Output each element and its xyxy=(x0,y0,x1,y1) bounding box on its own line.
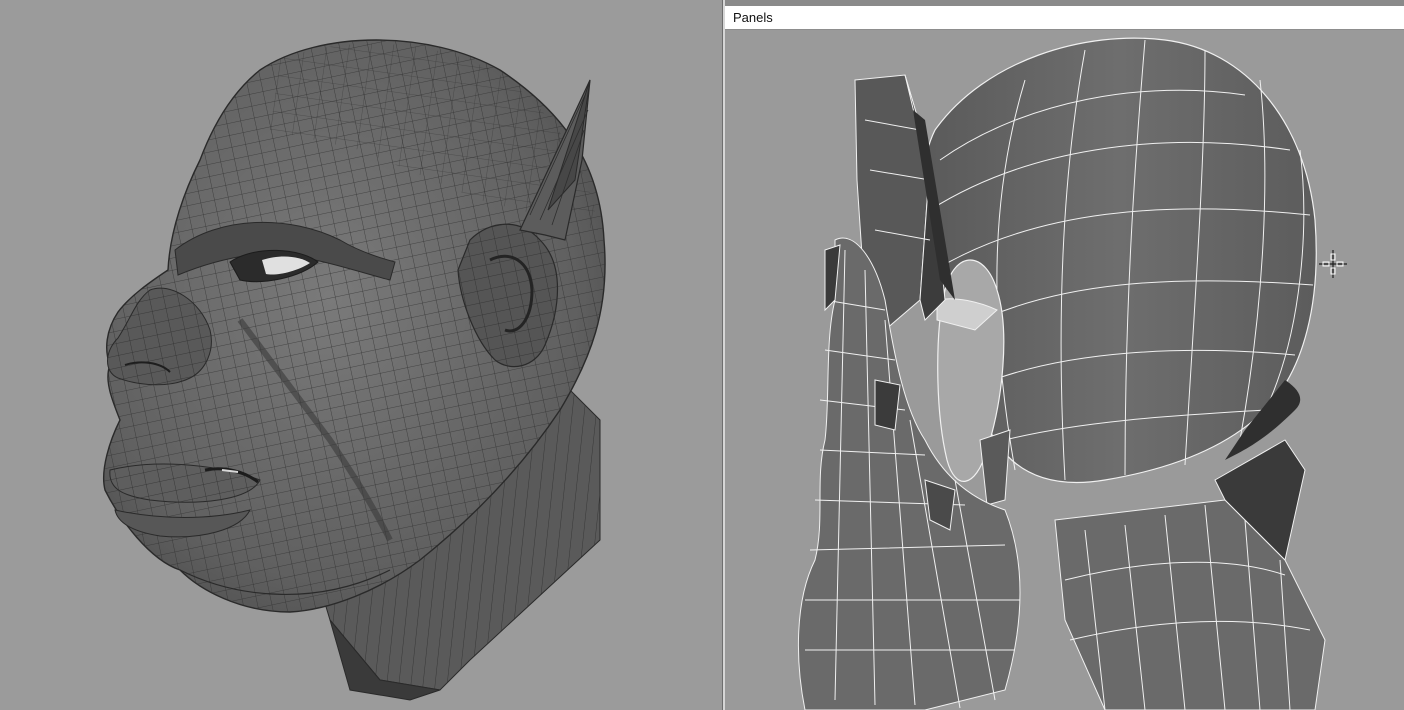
viewport-left[interactable] xyxy=(0,0,722,710)
panels-menu[interactable]: Panels xyxy=(733,10,773,25)
app-window: Panels xyxy=(0,0,1404,710)
low-res-head-mesh[interactable] xyxy=(725,0,1404,710)
move-crosshair-icon xyxy=(1319,250,1347,278)
high-res-head-mesh[interactable] xyxy=(0,0,722,710)
viewport-right[interactable]: Panels xyxy=(725,0,1404,710)
viewport-menubar: Panels xyxy=(725,6,1404,30)
ear-hole xyxy=(936,259,1011,506)
